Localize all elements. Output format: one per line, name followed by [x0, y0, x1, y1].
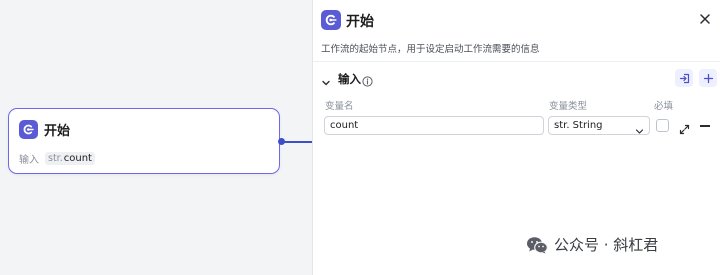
column-header-name: 变量名: [325, 101, 354, 112]
start-node-title: 开始: [44, 124, 71, 139]
import-icon: [679, 69, 690, 88]
wechat-logo: [526, 236, 548, 254]
minus-icon[interactable]: [700, 125, 710, 127]
variable-name-input[interactable]: [324, 116, 544, 135]
chevron-down-icon[interactable]: [321, 73, 331, 86]
info-icon[interactable]: [362, 72, 373, 87]
input-section-title: 输入: [338, 72, 361, 86]
close-icon[interactable]: [698, 11, 712, 25]
variable-name: count: [63, 153, 92, 164]
plus-icon: [703, 69, 714, 88]
chevron-down-icon: [635, 121, 644, 134]
variable-type-value: str. String: [554, 120, 603, 131]
node-config-panel: 开始 工作流的起始节点，用于设定启动工作流需要的信息 输入 变量名 变量类型 必…: [312, 0, 720, 275]
start-node-icon: [321, 10, 341, 30]
panel-title: 开始: [346, 14, 374, 30]
divider: [313, 61, 720, 62]
variable-chip: str. count: [45, 152, 95, 165]
column-header-required: 必填: [654, 101, 674, 112]
start-node-inputs: 输入 str. count: [19, 151, 95, 166]
panel-description: 工作流的起始节点，用于设定启动工作流需要的信息: [321, 44, 540, 55]
expand-icon[interactable]: [679, 120, 690, 135]
variable-type-select[interactable]: str. String: [548, 116, 650, 135]
start-node-header: 开始: [19, 120, 70, 139]
connection-edge[interactable]: [284, 141, 312, 143]
watermark-text: 公众号 · 斜杠君: [554, 236, 659, 254]
column-header-type: 变量类型: [549, 101, 588, 112]
import-button[interactable]: [675, 69, 693, 87]
watermark: 公众号 · 斜杠君: [526, 234, 658, 255]
start-node-icon: [19, 120, 38, 139]
required-checkbox[interactable]: [656, 119, 669, 132]
start-node[interactable]: 开始 输入 str. count: [8, 108, 280, 174]
workflow-canvas[interactable]: 开始 输入 str. count: [0, 0, 312, 275]
add-variable-button[interactable]: [699, 69, 717, 87]
variable-type-prefix: str.: [48, 153, 63, 164]
input-label: 输入: [19, 155, 39, 166]
